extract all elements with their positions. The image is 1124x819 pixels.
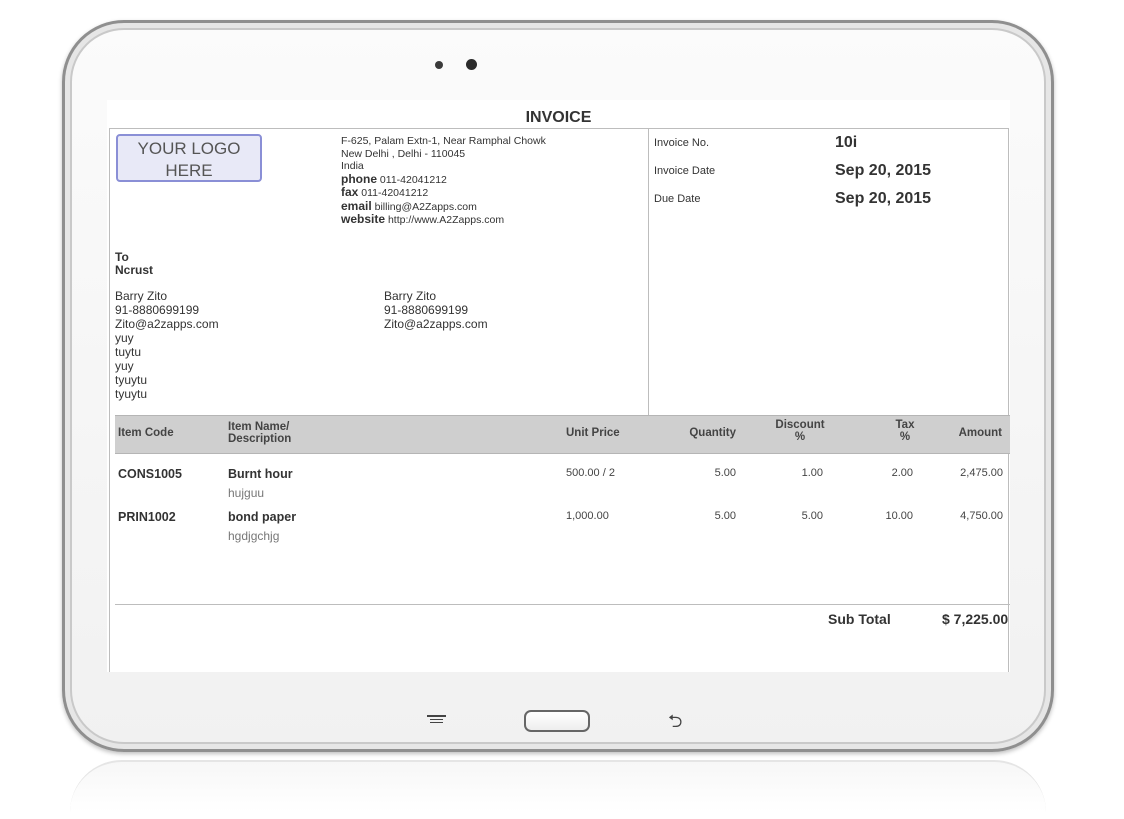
billing-line: Zito@a2zapps.com [115, 317, 219, 331]
col-item-code: Item Code [118, 427, 174, 439]
col-tax-l1: Tax [895, 419, 915, 431]
invoice-sheet [109, 128, 1009, 672]
shipping-line: Zito@a2zapps.com [384, 317, 488, 331]
row-tax: 10.00 [885, 510, 913, 522]
tablet-reflection [70, 760, 1046, 812]
fax-label: fax [341, 185, 359, 199]
billing-line: Barry Zito [115, 289, 168, 303]
company-phone: phone 011-42041212 [341, 171, 546, 187]
billing-line: yuy [115, 331, 134, 345]
header-divider [648, 128, 649, 416]
menu-icon-bar [430, 722, 443, 723]
company-website: website http://www.A2Zapps.com [341, 213, 546, 227]
items-table-header: Item Code Item Name/ Description Unit Pr… [115, 415, 1010, 454]
col-discount-l1: Discount [775, 419, 825, 431]
subtotal-value: $ 7,225.00 [942, 611, 1009, 627]
shipping-line: Barry Zito [384, 289, 437, 303]
website-label: website [341, 212, 386, 226]
row-quantity: 5.00 [714, 467, 736, 479]
row-quantity: 5.00 [714, 510, 736, 522]
billing-address: Barry Zito 91-8880699199 Zito@a2zapps.co… [115, 289, 219, 401]
row-item-description: hgdjgchjg [228, 529, 280, 543]
billing-line: tyuytu [115, 373, 148, 387]
row-amount: 4,750.00 [960, 510, 1003, 522]
col-amount: Amount [958, 427, 1002, 439]
col-unit-price: Unit Price [566, 427, 620, 439]
email-value: billing@A2Zapps.com [374, 200, 477, 213]
menu-icon-bar [427, 715, 446, 717]
logo-text-line2: HERE [165, 161, 213, 180]
camera-lens-icon [466, 59, 477, 70]
row-item-name: bond paper [228, 510, 297, 524]
invoice-title: INVOICE [525, 109, 592, 126]
row-discount: 1.00 [801, 467, 823, 479]
shipping-line: 91-8880699199 [384, 303, 469, 317]
col-quantity: Quantity [689, 427, 736, 439]
phone-label: phone [341, 171, 377, 186]
invoice-date-value: Sep 20, 2015 [835, 162, 932, 179]
row-amount: 2,475.00 [960, 467, 1003, 479]
fax-value: 011-42041212 [361, 187, 429, 199]
company-logo-placeholder: YOUR LOGO HERE [116, 134, 262, 182]
invoice-date-label: Invoice Date [654, 165, 716, 177]
email-label: email [341, 198, 372, 213]
row-item-description: hujguu [228, 486, 265, 500]
row-unit-price: 500.00 / 2 [566, 467, 615, 479]
row-discount: 5.00 [801, 510, 823, 522]
bill-to-heading: To Ncrust [115, 251, 153, 277]
col-discount: Discount % [767, 419, 833, 443]
subtotal-label: Sub Total [828, 611, 891, 627]
shipping-address: Barry Zito 91-8880699199 Zito@a2zapps.co… [384, 289, 488, 331]
menu-icon-bar [430, 719, 443, 720]
billing-line: tyuytu [115, 387, 148, 401]
billing-line: yuy [115, 359, 134, 373]
col-tax: Tax % [885, 419, 925, 443]
due-date-value: Sep 20, 2015 [835, 190, 932, 207]
company-email: email billing@A2Zapps.com [341, 198, 546, 214]
menu-icon[interactable] [427, 715, 446, 725]
row-tax: 2.00 [891, 467, 913, 479]
col-discount-l2: % [794, 431, 806, 443]
company-details: F-625, Palam Extn-1, Near Ramphal Chowk … [341, 135, 546, 227]
row-item-code: CONS1005 [118, 467, 182, 481]
row-item-name: Burnt hour [228, 467, 293, 481]
col-tax-l2: % [899, 431, 911, 443]
invoice-screen: INVOICE YOUR LOGO HERE F-625, Palam Extn… [107, 100, 1010, 672]
logo-text-line1: YOUR LOGO [137, 139, 241, 158]
back-icon[interactable]: ⮌ [668, 711, 682, 731]
row-item-code: PRIN1002 [118, 510, 176, 524]
company-address-line2: New Delhi , Delhi - 110045 [341, 147, 466, 160]
col-item-name: Item Name/ Description [228, 421, 291, 445]
col-item-name-l2: Description [228, 433, 292, 445]
to-company: Ncrust [115, 263, 154, 277]
company-address-line1: F-625, Palam Extn-1, Near Ramphal Chowk [341, 135, 546, 147]
camera-sensor-icon [435, 61, 443, 69]
website-value: http://www.A2Zapps.com [387, 214, 505, 226]
items-bottom-rule [115, 604, 1010, 605]
row-unit-price: 1,000.00 [566, 510, 609, 522]
phone-value: 011-42041212 [379, 173, 447, 186]
invoice-no-value: 10i [835, 134, 858, 151]
home-button[interactable] [524, 710, 590, 732]
col-item-name-l1: Item Name/ [228, 421, 290, 433]
due-date-label: Due Date [654, 193, 701, 205]
invoice-no-label: Invoice No. [654, 137, 710, 149]
company-fax: fax 011-42041212 [341, 186, 546, 200]
billing-line: tuytu [115, 345, 142, 359]
billing-line: 91-8880699199 [115, 303, 200, 317]
